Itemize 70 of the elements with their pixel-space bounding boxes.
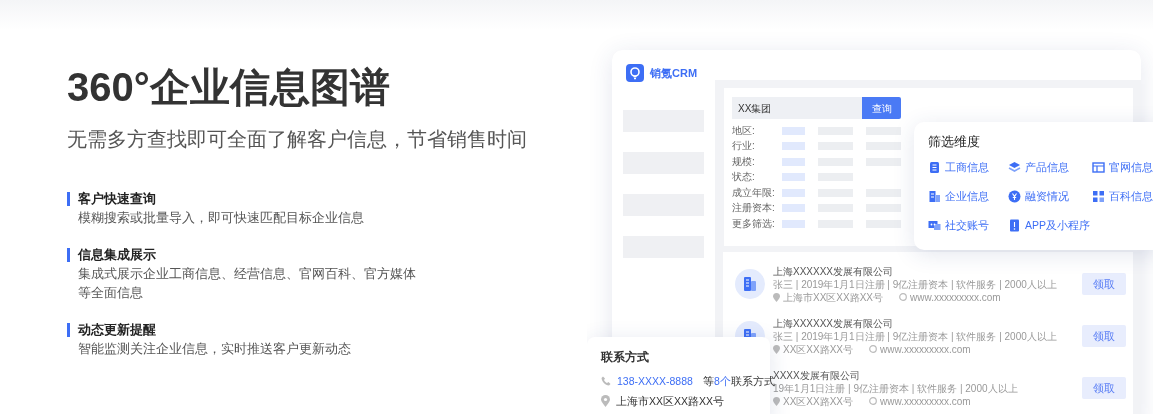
option-placeholder[interactable]	[782, 204, 805, 213]
company-name: XXXX发展有限公司	[773, 368, 861, 381]
document-icon	[928, 161, 941, 174]
globe-icon	[899, 293, 908, 301]
layers-icon	[1008, 161, 1021, 174]
filter-option[interactable]: 工商信息	[945, 158, 989, 177]
browser-window-icon	[1092, 161, 1105, 174]
feature-title: 信息集成展示	[67, 248, 587, 262]
claim-button[interactable]: 领取	[1082, 377, 1126, 399]
filter-option[interactable]: 百科信息	[1109, 187, 1153, 206]
globe-icon	[869, 397, 878, 405]
building-icon	[928, 190, 941, 203]
contact-address: 上海市XX区XX路XX号	[616, 394, 725, 409]
chat-bubble-icon	[928, 219, 941, 232]
filter-label: 行业:	[732, 140, 756, 153]
option-placeholder[interactable]	[782, 173, 805, 182]
feature-description: 智能监测关注企业信息，实时推送客户更新动态	[77, 340, 352, 358]
contact-card-title: 联系方式	[601, 349, 650, 365]
phone-number[interactable]: 138-XXXX-8888	[617, 371, 693, 391]
filter-label: 规模:	[732, 155, 756, 168]
option-placeholder[interactable]	[782, 157, 805, 166]
company-name: 上海XXXXXX发展有限公司	[773, 316, 895, 330]
option-placeholder[interactable]	[782, 142, 805, 151]
lightbulb-logo-icon	[626, 64, 644, 82]
claim-button[interactable]: 领取	[1082, 273, 1126, 295]
page-subtitle: 无需多方查找即可全面了解客户信息，节省销售时间	[67, 127, 528, 152]
phone-icon	[601, 376, 611, 386]
yen-coin-icon	[1008, 190, 1021, 203]
company-website: www.xxxxxxxxx.com	[880, 342, 971, 356]
filter-label: 状态:	[732, 171, 756, 184]
filter-option[interactable]: 社交账号	[945, 216, 989, 235]
company-website: www.xxxxxxxxx.com	[910, 290, 1001, 304]
filter-label: 成立年限:	[732, 186, 776, 199]
company-address: XX区XX路XX号	[783, 394, 854, 408]
option-placeholder[interactable]	[782, 188, 805, 197]
filter-option[interactable]: 融资情况	[1025, 187, 1069, 206]
claim-button[interactable]: 领取	[1082, 325, 1126, 347]
company-website: www.xxxxxxxxx.com	[880, 394, 971, 408]
contact-count: 等8个联系方式	[702, 375, 775, 387]
company-details: 张三 | 2019年1月1日注册 | 9亿注册资本 | 软件服务 | 2000人以上	[773, 277, 1058, 291]
filter-label: 更多筛选:	[732, 217, 776, 230]
company-details: 19年1月1日注册 | 9亿注册资本 | 软件服务 | 2000人以上	[773, 382, 1019, 395]
option-placeholder[interactable]	[782, 126, 805, 135]
feature-title: 动态更新提醒	[67, 323, 587, 337]
search-button[interactable]: 查询	[862, 97, 901, 119]
filter-option[interactable]: APP及小程序	[1025, 216, 1090, 235]
filter-option[interactable]: 官网信息	[1109, 158, 1153, 177]
brand-name: 销氪CRM	[650, 65, 698, 81]
filter-card-title: 筛选维度	[928, 134, 981, 150]
location-pin-icon	[773, 396, 780, 406]
company-name: 上海XXXXXX发展有限公司	[773, 264, 895, 278]
grid-icon	[1092, 190, 1105, 203]
location-pin-icon	[773, 292, 780, 302]
filter-option[interactable]: 产品信息	[1025, 158, 1069, 177]
page-title: 360°企业信息图谱	[67, 64, 391, 111]
feature-description: 模糊搜索或批量导入，即可快速匹配目标企业信息	[77, 209, 365, 227]
company-details: 张三 | 2019年1月1日注册 | 9亿注册资本 | 软件服务 | 2000人以上	[773, 329, 1058, 343]
company-address: XX区XX路XX号	[783, 342, 854, 356]
feature-description: 集成式展示企业工商信息、经营信息、官网百科、官方媒体等全面信息	[77, 265, 417, 302]
search-field[interactable]: XX集团	[732, 97, 862, 119]
filter-label: 地区:	[732, 124, 756, 137]
company-address: 上海市XX区XX路XX号	[783, 290, 884, 304]
option-placeholder[interactable]	[782, 219, 805, 228]
location-pin-icon	[773, 344, 780, 354]
company-icon	[735, 269, 765, 299]
feature-title: 客户快速查询	[67, 192, 587, 206]
location-pin-icon	[601, 395, 610, 407]
filter-option[interactable]: 企业信息	[945, 187, 989, 206]
globe-icon	[869, 345, 878, 353]
filter-label: 注册资本:	[732, 202, 776, 215]
